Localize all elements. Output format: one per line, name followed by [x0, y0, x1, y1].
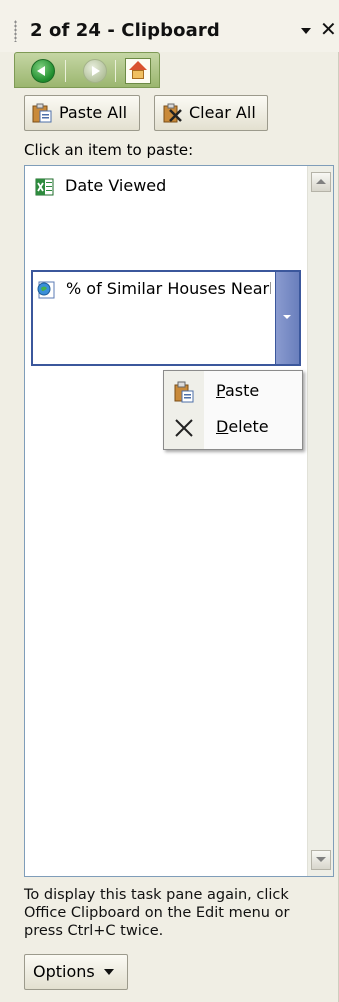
footer-help-text: To display this task pane again, click O… [24, 887, 290, 939]
paste-all-button[interactable]: Paste All [24, 95, 140, 131]
clipboard-item-selected[interactable]: % of Similar Houses Nearby [31, 270, 301, 366]
back-arrow-icon[interactable] [31, 59, 55, 83]
document-item-icon [37, 281, 55, 299]
clipboard-item[interactable]: Date Viewed [31, 172, 301, 264]
clipboard-task-pane: 2 of 24 - Clipboard ✕ Paste All Clear Al… [0, 0, 339, 1002]
paste-all-label: Paste All [59, 103, 128, 122]
delete-icon [175, 419, 193, 437]
close-icon[interactable]: ✕ [320, 18, 339, 40]
options-label: Options [33, 962, 95, 981]
scroll-down-arrow-icon[interactable] [311, 850, 331, 870]
clear-all-label: Clear All [189, 103, 256, 122]
task-pane-title-bar: 2 of 24 - Clipboard ✕ [0, 0, 339, 52]
paste-icon [174, 381, 194, 403]
menu-item-label: Delete [216, 417, 269, 436]
instructions-text: Click an item to paste: [24, 141, 194, 159]
pane-title: 2 of 24 - Clipboard [30, 20, 220, 41]
scroll-up-arrow-icon[interactable] [311, 172, 331, 192]
menu-item-paste[interactable]: Paste [164, 374, 302, 410]
nav-divider [115, 60, 116, 82]
clipboard-item-list: Date Viewed % of Similar Houses Nearby [24, 165, 334, 877]
chevron-down-icon [104, 969, 114, 975]
menu-item-label: Paste [216, 381, 260, 400]
clipboard-item-label: Date Viewed [65, 176, 167, 195]
item-context-menu: Paste Delete [163, 370, 303, 450]
item-dropdown-arrow-icon[interactable] [275, 272, 299, 364]
excel-item-icon [35, 178, 54, 196]
nav-divider [65, 60, 66, 82]
clear-all-icon [163, 103, 182, 123]
vertical-scrollbar[interactable] [307, 166, 333, 876]
menu-item-delete[interactable]: Delete [164, 410, 302, 446]
forward-arrow-icon[interactable] [83, 59, 107, 83]
paste-all-icon [32, 103, 52, 123]
drag-grip-handle[interactable] [14, 20, 17, 42]
clear-all-button[interactable]: Clear All [154, 95, 268, 131]
task-pane-navigation [14, 52, 160, 88]
options-button[interactable]: Options [24, 954, 128, 990]
chevron-down-icon[interactable] [298, 22, 314, 38]
clipboard-item-label: % of Similar Houses Nearby [66, 279, 271, 298]
home-icon[interactable] [125, 58, 151, 84]
